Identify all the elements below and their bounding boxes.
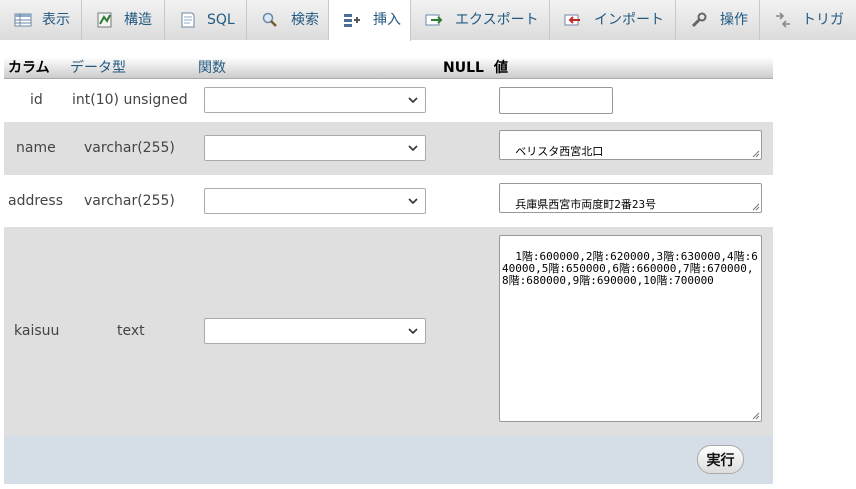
- tab-label: エクスポート: [455, 12, 539, 28]
- function-select[interactable]: [204, 188, 426, 214]
- table-icon: [14, 13, 32, 27]
- import-icon: [564, 14, 580, 26]
- column-type: varchar(255): [84, 140, 175, 156]
- header-null: NULL: [443, 60, 484, 76]
- form-footer: [4, 436, 773, 484]
- column-name: address: [8, 193, 64, 209]
- tab-bar: 表示 構造 SQL 検索 挿入 エクスポート インポート 操作 トリガ: [0, 0, 856, 41]
- chevron-down-icon: [408, 97, 418, 104]
- submit-button[interactable]: 実行: [697, 445, 744, 474]
- tab-insert[interactable]: 挿入: [329, 0, 411, 41]
- tab-sql[interactable]: SQL: [165, 0, 247, 40]
- column-name: id: [30, 92, 43, 108]
- tab-operations[interactable]: 操作: [676, 0, 760, 40]
- export-icon: [425, 14, 443, 26]
- column-type: varchar(255): [84, 193, 175, 209]
- chevron-down-icon: [408, 198, 418, 205]
- insert-icon: [344, 14, 360, 27]
- tab-label: トリガ: [802, 12, 844, 28]
- column-name: name: [16, 140, 56, 156]
- function-select[interactable]: [204, 318, 426, 344]
- function-select[interactable]: [204, 135, 426, 161]
- value-input-address[interactable]: 兵庫県西宮市両度町2番23号: [499, 183, 762, 213]
- resize-grip-icon[interactable]: [751, 411, 760, 420]
- trigger-icon: [776, 12, 790, 28]
- structure-icon: [97, 12, 112, 28]
- tab-structure[interactable]: 構造: [82, 0, 165, 40]
- function-select[interactable]: [204, 87, 426, 113]
- tab-label: インポート: [594, 12, 664, 28]
- tab-label: 表示: [42, 12, 70, 28]
- column-type: text: [117, 323, 145, 339]
- resize-grip-icon[interactable]: [751, 202, 760, 211]
- chevron-down-icon: [408, 145, 418, 152]
- search-icon: [262, 12, 277, 27]
- header-type[interactable]: データ型: [70, 59, 126, 77]
- header-function[interactable]: 関数: [198, 59, 226, 77]
- header-column: カラム: [8, 60, 50, 76]
- value-input-name[interactable]: ベリスタ西宮北口: [499, 130, 762, 160]
- tab-label: 構造: [124, 12, 152, 28]
- wrench-icon: [691, 12, 707, 28]
- tab-label: 挿入: [373, 12, 401, 28]
- chevron-down-icon: [408, 328, 418, 335]
- tab-import[interactable]: インポート: [550, 0, 676, 40]
- column-type: int(10) unsigned: [72, 92, 188, 108]
- sql-icon: [181, 12, 195, 28]
- value-input-id[interactable]: [499, 87, 613, 114]
- tab-browse[interactable]: 表示: [0, 0, 82, 40]
- value-input-kaisuu[interactable]: 1階:600000,2階:620000,3階:630000,4階:640000,…: [499, 235, 762, 422]
- tab-label: SQL: [207, 12, 235, 28]
- tab-export[interactable]: エクスポート: [411, 0, 550, 40]
- tab-triggers[interactable]: トリガ: [760, 0, 856, 40]
- table-header: カラム データ型 関数 NULL 値: [4, 57, 773, 79]
- resize-grip-icon[interactable]: [751, 149, 760, 158]
- tab-search[interactable]: 検索: [247, 0, 329, 40]
- column-name: kaisuu: [14, 323, 60, 339]
- tab-label: 検索: [291, 12, 319, 28]
- tab-label: 操作: [720, 12, 748, 28]
- header-value: 値: [494, 60, 508, 76]
